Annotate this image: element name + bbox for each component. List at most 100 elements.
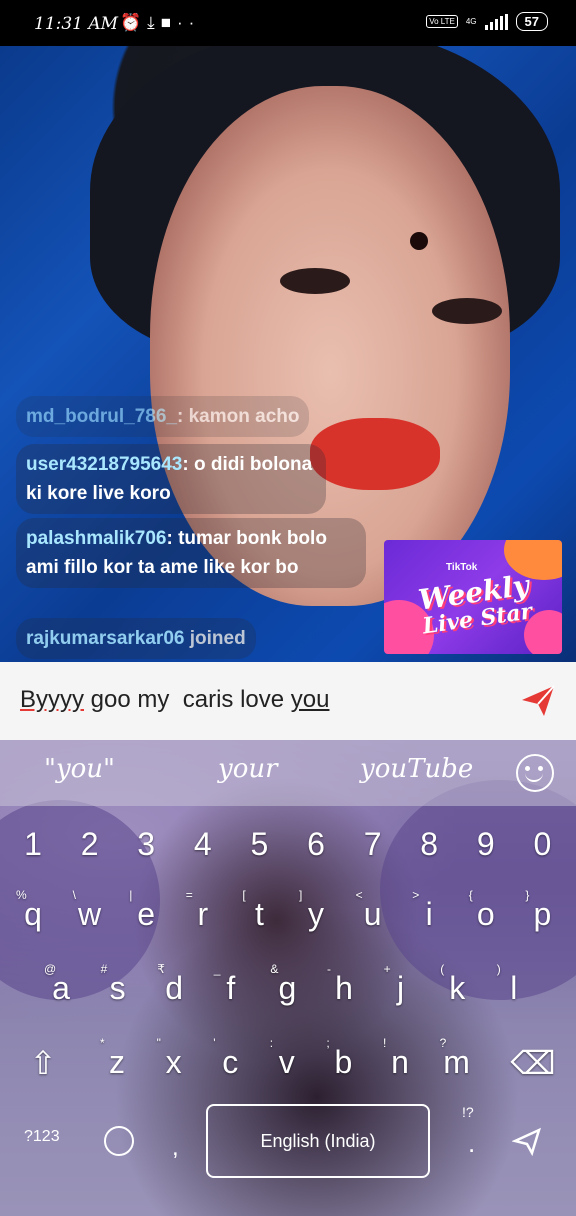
- weekly-live-star-banner[interactable]: TikTok Weekly Live Star: [384, 540, 562, 654]
- comma-key[interactable]: ,: [172, 1134, 179, 1162]
- key-label: 0: [533, 826, 552, 862]
- key-label: x: [165, 1044, 182, 1080]
- key-8[interactable]: 8: [404, 826, 454, 863]
- key-label: s: [109, 970, 126, 1006]
- key-label: 4: [193, 826, 212, 862]
- key-hint: \: [72, 888, 76, 902]
- period-hint: !?: [462, 1104, 474, 1120]
- key-e[interactable]: e |: [121, 888, 171, 933]
- key-label: 2: [80, 826, 99, 862]
- key-k[interactable]: k(: [432, 962, 482, 1007]
- key-label: y: [308, 896, 324, 932]
- key-2[interactable]: 2: [65, 826, 115, 863]
- key-x[interactable]: x ": [149, 1036, 199, 1081]
- key-o[interactable]: o{: [461, 888, 511, 933]
- key-6[interactable]: 6: [291, 826, 341, 863]
- key-c[interactable]: c ': [205, 1036, 255, 1081]
- key-4[interactable]: 4: [178, 826, 228, 863]
- keyboard: "you" your youTube 1 2 3 4 5 6 7 8 9 0 q% w \ e | r = t[y…: [0, 740, 576, 1216]
- weekly-live-star-title: Weekly Live Star: [416, 568, 534, 640]
- key-label: u: [363, 896, 382, 932]
- comment-username[interactable]: md_bodrul_786_: [26, 406, 177, 427]
- key-s[interactable]: s #: [93, 962, 143, 1007]
- key-q[interactable]: q%: [8, 888, 58, 933]
- space-bar[interactable]: English (India): [206, 1104, 430, 1178]
- comment-username[interactable]: palashmalik706: [26, 528, 166, 549]
- join-notice: rajkumarsarkar06 joined: [16, 618, 256, 659]
- period-key[interactable]: .: [468, 1128, 475, 1159]
- key-l[interactable]: l): [489, 962, 539, 1007]
- key-hint: !: [383, 1036, 387, 1050]
- status-right: Vo LTE 4G 57: [426, 12, 548, 31]
- key-a[interactable]: a @: [36, 962, 86, 1007]
- key-j[interactable]: j +: [376, 962, 426, 1007]
- key-n[interactable]: n!: [375, 1036, 425, 1081]
- key-label: m: [443, 1044, 470, 1080]
- enter-send-icon[interactable]: [512, 1126, 542, 1156]
- key-label: w: [78, 896, 102, 932]
- key-g[interactable]: g &: [262, 962, 312, 1007]
- suggestion-1[interactable]: "you": [44, 754, 115, 784]
- key-t[interactable]: t[: [234, 888, 284, 933]
- keyboard-bottom-row: ?123 , English (India) !? .: [0, 1104, 576, 1184]
- suggestion-2[interactable]: your: [218, 754, 278, 784]
- key-i[interactable]: i >: [404, 888, 454, 933]
- key-7[interactable]: 7: [348, 826, 398, 863]
- key-u[interactable]: u <: [348, 888, 398, 933]
- key-h[interactable]: h-: [319, 962, 369, 1007]
- key-hint: #: [100, 962, 108, 976]
- key-m[interactable]: m?: [432, 1036, 482, 1081]
- key-r[interactable]: r =: [178, 888, 228, 933]
- key-label: o: [476, 896, 495, 932]
- key-w[interactable]: w \: [65, 888, 115, 933]
- key-1[interactable]: 1: [8, 826, 58, 863]
- tiktok-logo: TikTok: [446, 562, 478, 573]
- suggestion-3[interactable]: youTube: [360, 754, 473, 784]
- symbols-key[interactable]: ?123: [24, 1128, 60, 1146]
- key-f[interactable]: f _: [206, 962, 256, 1007]
- key-0[interactable]: 0: [517, 826, 567, 863]
- comment-username[interactable]: rajkumarsarkar06: [26, 628, 184, 649]
- key-9[interactable]: 9: [461, 826, 511, 863]
- key-hint: =: [185, 888, 193, 902]
- comment-input-bar[interactable]: Byyyy goo my caris love you: [0, 662, 576, 740]
- delete-icon[interactable]: ⌫: [508, 1044, 558, 1082]
- key-y[interactable]: y]: [291, 888, 341, 933]
- key-label: f: [226, 970, 236, 1006]
- key-v[interactable]: v:: [262, 1036, 312, 1081]
- key-b[interactable]: b;: [318, 1036, 368, 1081]
- emoji-key-icon[interactable]: [104, 1126, 134, 1156]
- key-label: 1: [24, 826, 42, 862]
- keyboard-background-tree: [380, 780, 576, 1000]
- key-5[interactable]: 5: [234, 826, 284, 863]
- key-p[interactable]: p}: [517, 888, 567, 933]
- send-icon[interactable]: [518, 680, 558, 720]
- key-label: z: [109, 1044, 125, 1080]
- shift-icon[interactable]: ⇧: [18, 1044, 68, 1082]
- key-hint: *: [100, 1036, 105, 1050]
- key-label: l: [510, 970, 518, 1006]
- key-d[interactable]: d ₹: [149, 962, 199, 1007]
- key-label: e: [137, 896, 156, 932]
- key-label: 8: [420, 826, 439, 862]
- key-hint: ): [496, 962, 501, 976]
- key-hint: +: [383, 962, 391, 976]
- key-hint: [: [242, 888, 246, 902]
- key-hint: (: [440, 962, 445, 976]
- status-notification-icons: ⏰⤓■··: [120, 13, 200, 33]
- key-hint: _: [213, 962, 221, 976]
- key-3[interactable]: 3: [121, 826, 171, 863]
- key-hint: ]: [299, 888, 303, 902]
- comment-input[interactable]: Byyyy goo my caris love you: [20, 686, 329, 714]
- key-hint: ;: [326, 1036, 330, 1050]
- download-icon: ⤓: [147, 13, 161, 32]
- key-hint: ₹: [157, 962, 165, 976]
- key-label: j: [397, 970, 405, 1006]
- volte-icon: Vo LTE: [426, 15, 458, 28]
- key-label: g: [278, 970, 297, 1006]
- emoji-icon[interactable]: [516, 754, 554, 792]
- comment-username[interactable]: user43218795643: [26, 454, 182, 475]
- status-bar: 11:31 AM ⏰⤓■·· Vo LTE 4G 57: [0, 0, 576, 46]
- comment-item: user43218795643: o didi bolona ki kore l…: [16, 444, 326, 514]
- key-z[interactable]: z *: [92, 1036, 142, 1081]
